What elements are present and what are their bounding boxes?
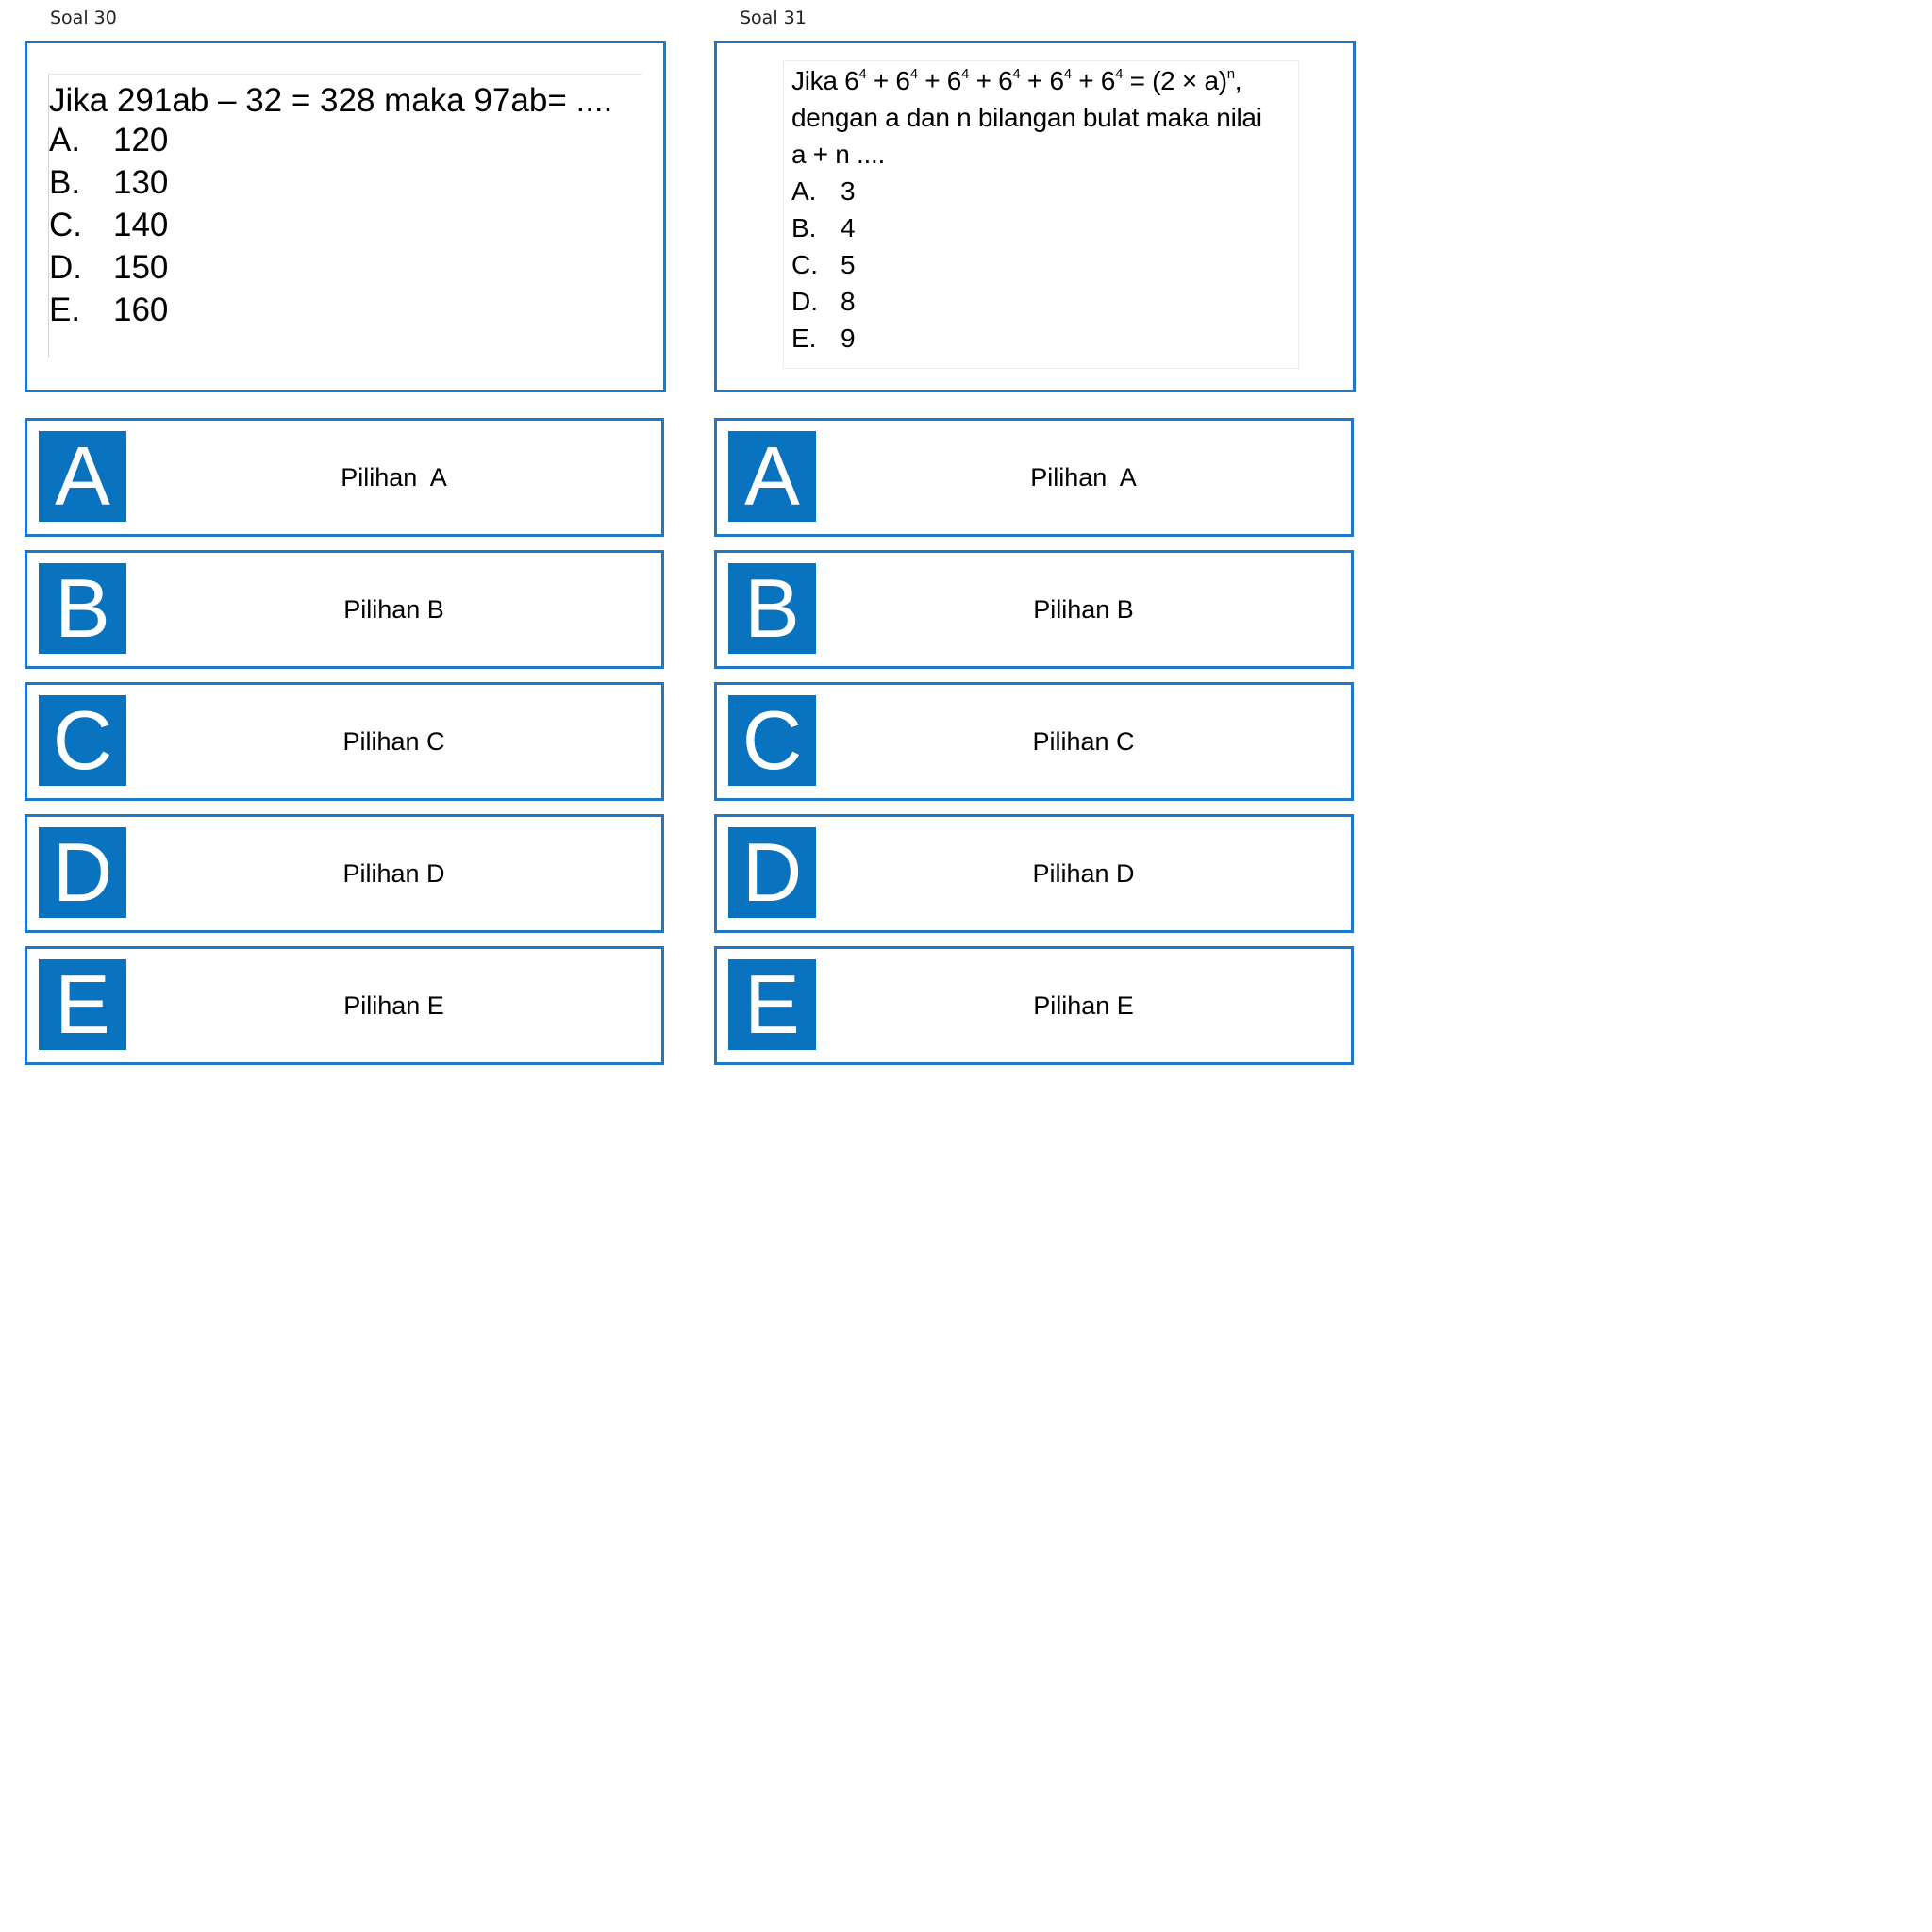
soal-30-label: Soal 30 <box>50 8 117 28</box>
option-letter: C. <box>49 207 82 243</box>
option-value: 140 <box>113 207 169 243</box>
option-value: 160 <box>113 291 169 328</box>
soal-30-question-text: Jika 291ab – 32 = 328 maka 97ab= .... <box>49 82 613 119</box>
choice-label: Pilihan C <box>1032 727 1135 756</box>
soal-30-question-box: Jika 291ab – 32 = 328 maka 97ab= .... A.… <box>25 41 666 392</box>
choice-badge-b: B <box>728 563 816 654</box>
option-letter: E. <box>49 291 81 328</box>
choice-label: Pilihan C <box>342 727 445 756</box>
option-letter: B. <box>49 164 81 201</box>
choice-badge-d: D <box>728 827 816 918</box>
choice-badge-a: A <box>728 431 816 522</box>
option-value: 3 <box>841 176 856 206</box>
option-letter: D. <box>791 287 818 316</box>
option-value: 5 <box>841 250 856 279</box>
option-value: 130 <box>113 164 169 201</box>
option-letter: B. <box>791 213 817 242</box>
option-value: 150 <box>113 249 169 286</box>
choice-badge-a: A <box>39 431 126 522</box>
choice-badge-d: D <box>39 827 126 918</box>
option-letter: E. <box>791 324 817 353</box>
choice-badge-c: C <box>39 695 126 786</box>
choice-badge-e: E <box>39 959 126 1050</box>
soal-31-choice-b-button[interactable]: B Pilihan B <box>714 550 1354 669</box>
soal-31-question-line-1: Jika 64 + 64 + 64 + 64 + 64 + 64 = (2 × … <box>791 66 1242 95</box>
option-letter: D. <box>49 249 82 286</box>
soal-31-label: Soal 31 <box>740 8 807 28</box>
choice-label: Pilihan B <box>343 595 444 624</box>
soal-31-choice-c-button[interactable]: C Pilihan C <box>714 682 1354 801</box>
soal-31-choice-d-button[interactable]: D Pilihan D <box>714 814 1354 933</box>
soal-30-choice-e-button[interactable]: E Pilihan E <box>25 946 664 1065</box>
choice-badge-e: E <box>728 959 816 1050</box>
choice-label: Pilihan A <box>1030 463 1137 491</box>
soal-31-question-line-2: dengan a dan n bilangan bulat maka nilai <box>791 103 1262 132</box>
soal-30-choice-c-button[interactable]: C Pilihan C <box>25 682 664 801</box>
choice-badge-b: B <box>39 563 126 654</box>
choice-label: Pilihan D <box>342 859 445 888</box>
soal-31-question-frame: Jika 64 + 64 + 64 + 64 + 64 + 64 = (2 × … <box>783 60 1299 369</box>
soal-30-choice-d-button[interactable]: D Pilihan D <box>25 814 664 933</box>
option-value: 9 <box>841 324 856 353</box>
soal-31-choice-a-button[interactable]: A Pilihan A <box>714 418 1354 537</box>
soal-30-choice-a-button[interactable]: A Pilihan A <box>25 418 664 537</box>
option-value: 8 <box>841 287 856 316</box>
soal-31-choice-e-button[interactable]: E Pilihan E <box>714 946 1354 1065</box>
option-letter: A. <box>49 122 81 158</box>
choice-label: Pilihan E <box>343 991 444 1020</box>
choice-label: Pilihan B <box>1033 595 1134 624</box>
choice-label: Pilihan A <box>341 463 447 491</box>
choice-label: Pilihan E <box>1033 991 1134 1020</box>
choice-label: Pilihan D <box>1032 859 1135 888</box>
option-letter: C. <box>791 250 818 279</box>
option-value: 4 <box>841 213 856 242</box>
option-value: 120 <box>113 122 169 158</box>
soal-31-question-line-3: a + n .... <box>791 140 885 169</box>
choice-badge-c: C <box>728 695 816 786</box>
soal-31-question-box: Jika 64 + 64 + 64 + 64 + 64 + 64 = (2 × … <box>714 41 1356 392</box>
soal-30-question-frame: Jika 291ab – 32 = 328 maka 97ab= .... A.… <box>48 74 643 358</box>
option-letter: A. <box>791 176 817 206</box>
soal-30-choice-b-button[interactable]: B Pilihan B <box>25 550 664 669</box>
